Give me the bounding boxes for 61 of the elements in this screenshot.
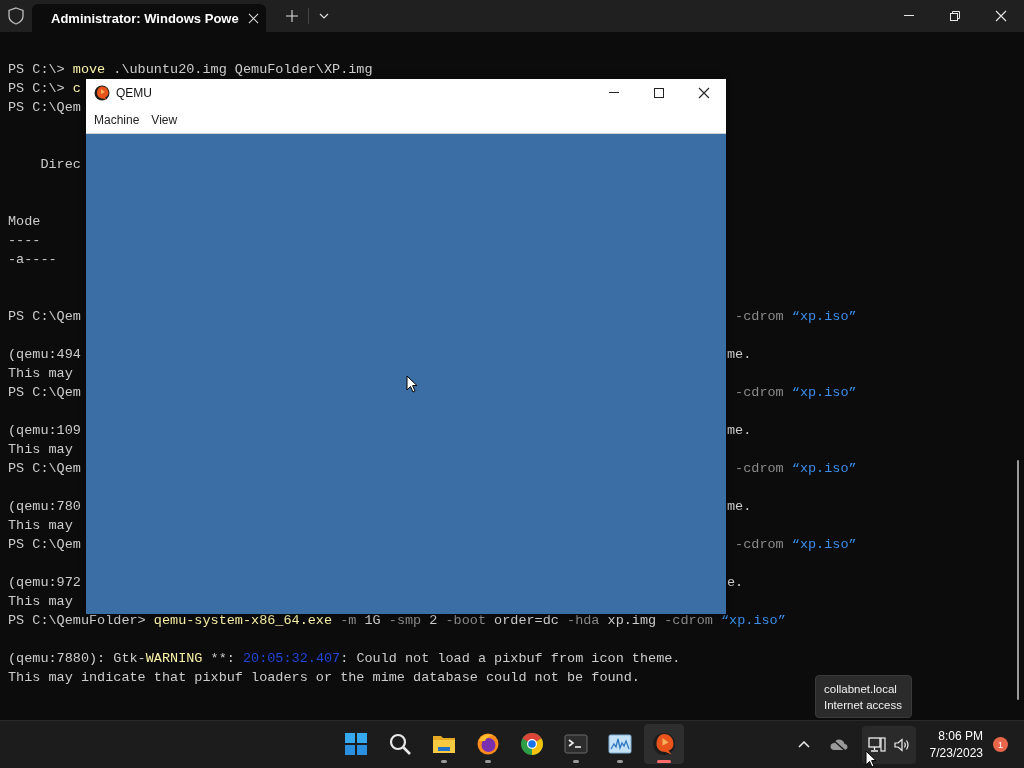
terminal-line: PS C:\Qem <box>8 308 82 326</box>
menu-item[interactable]: View <box>145 113 184 127</box>
terminal-line: This may <box>8 365 73 383</box>
close-icon[interactable] <box>697 87 710 99</box>
chevron-down-icon[interactable] <box>319 13 329 19</box>
cursor-icon <box>865 750 877 768</box>
maximize-icon[interactable] <box>652 87 665 99</box>
terminal-line: PS C:\> c <box>8 80 81 98</box>
terminal-line: This may <box>8 517 73 535</box>
browser-icon <box>520 732 544 756</box>
terminal-line: PS C:\Qem <box>8 460 82 478</box>
tooltip-text: Internet access <box>824 697 903 713</box>
search-icon <box>388 732 412 756</box>
cloud-off-icon[interactable] <box>829 737 848 752</box>
terminal-line: PS C:\QemuFolder> qemu-system-x86_64.exe -m 1G -smp 2 -boot order=dc -hda xp.img -cdrom “xp.iso” <box>8 612 786 630</box>
volume-icon <box>893 737 910 752</box>
terminal-line: This may indicate that pixbuf loaders or the mime database could not be found. <box>8 669 640 687</box>
terminal-line: me. <box>727 422 752 440</box>
terminal-line: (qemu:494 <box>8 346 82 364</box>
terminal-line: Mode <box>8 213 41 231</box>
terminal-line: ---- <box>8 232 41 250</box>
terminal-line: Direc <box>39 156 81 174</box>
tooltip-text: collabnet.local <box>824 681 898 697</box>
taskbar-button[interactable] <box>644 724 684 764</box>
terminal-line: me. <box>727 498 752 516</box>
terminal-tab[interactable]: Administrator: Windows Powe <box>32 4 266 32</box>
terminal-line: (qemu:7880): Gtk-WARNING **: 20:05:32.407: Could not load a pixbuf from icon theme. <box>8 650 681 668</box>
terminal-line: This may <box>8 593 73 611</box>
terminal-line: -cdrom “xp.iso” <box>734 308 857 326</box>
browser-icon <box>476 732 500 756</box>
terminal-icon <box>564 732 588 756</box>
maximize-icon[interactable] <box>949 10 961 22</box>
terminal-line: -cdrom “xp.iso” <box>734 384 857 402</box>
qemu-logo-icon <box>652 732 676 756</box>
scrollbar-thumb[interactable] <box>1017 460 1019 700</box>
window-title: QEMU <box>116 86 153 100</box>
clock-date[interactable]: 7/23/2023 <box>929 744 983 762</box>
terminal-line: (qemu:780 <box>8 498 82 516</box>
terminal-line: me. <box>727 346 752 364</box>
windows-logo-icon <box>344 732 368 756</box>
chevron-up-icon[interactable] <box>797 741 810 748</box>
clock-time[interactable]: 8:06 PM <box>938 727 983 745</box>
terminal-line: -cdrom “xp.iso” <box>734 460 857 478</box>
qemu-logo-icon <box>94 85 110 101</box>
terminal-line: PS C:\Qem <box>8 99 81 117</box>
terminal-line: PS C:\Qem <box>8 384 82 402</box>
terminal-line: PS C:\> move .\ubuntu20.img QemuFolder\XP.img <box>8 61 373 79</box>
menu-item[interactable]: Machine <box>88 113 146 127</box>
terminal-line: (qemu:972 <box>8 574 82 592</box>
terminal-line: e. <box>727 574 744 592</box>
terminal-line: This may <box>8 441 73 459</box>
cursor-icon <box>406 375 418 393</box>
terminal-line: -cdrom “xp.iso” <box>734 536 857 554</box>
terminal-line: PS C:\Qem <box>8 536 82 554</box>
activity-graph-icon <box>608 732 632 756</box>
plus-icon[interactable] <box>286 10 298 22</box>
terminal-line: (qemu:109 <box>8 422 82 440</box>
tray-button[interactable] <box>861 725 916 764</box>
network-icon <box>867 736 886 753</box>
terminal-line: -a---- <box>8 251 57 269</box>
shield-icon <box>8 7 24 25</box>
